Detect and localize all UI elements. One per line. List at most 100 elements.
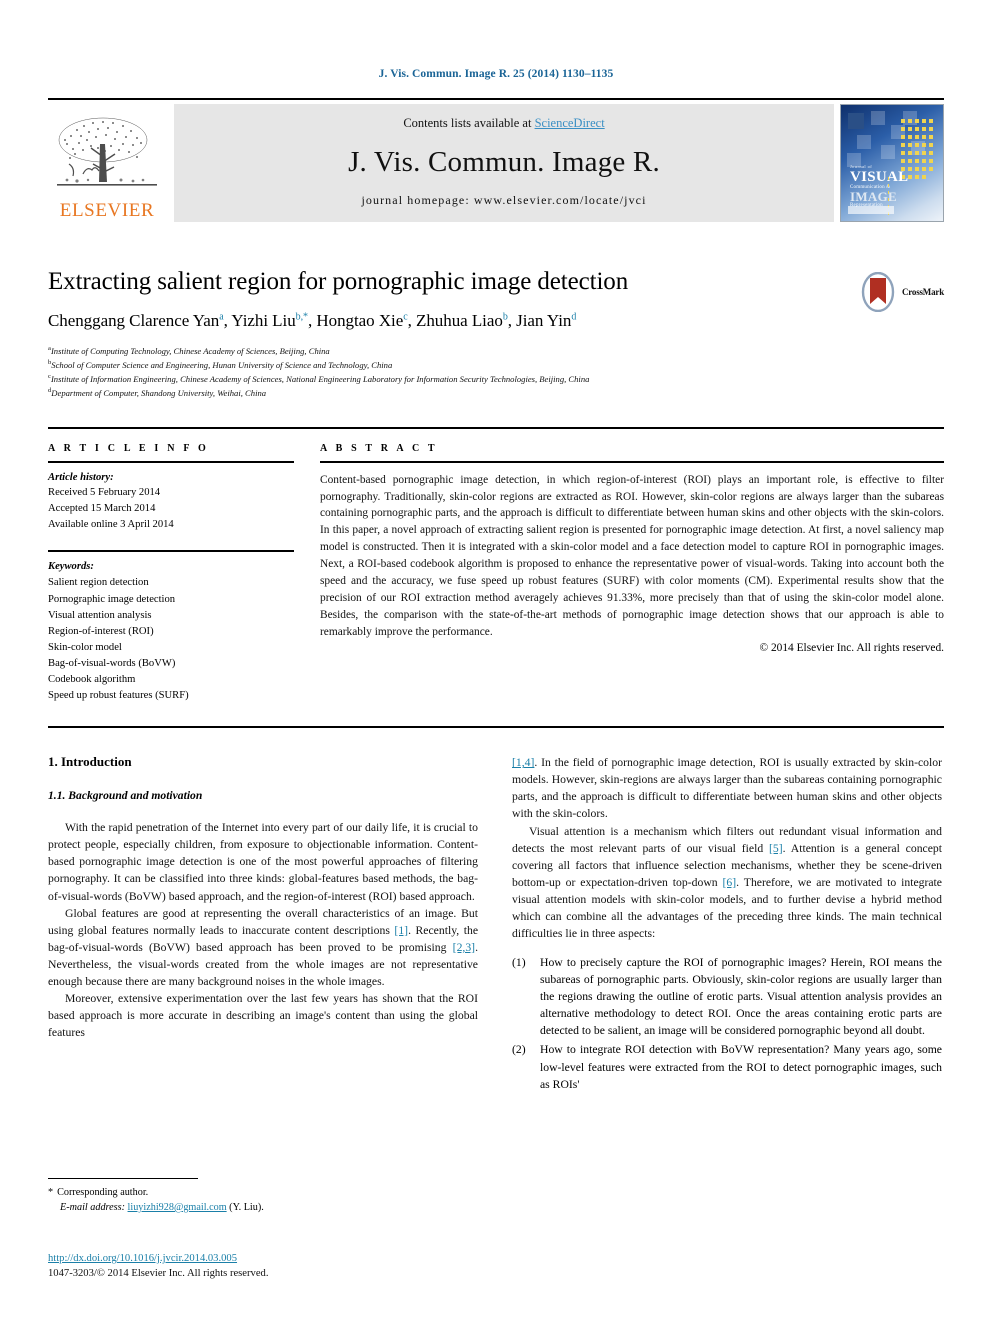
keywords-label: Keywords: <box>48 561 94 573</box>
list-item: (1) How to precisely capture the ROI of p… <box>512 954 942 1039</box>
author-affiliation-mark: b <box>502 311 508 323</box>
elsevier-tree-icon <box>57 117 157 186</box>
article-history-label: Article history: <box>48 471 114 483</box>
body-column-left: 1. Introduction 1.1. Background and moti… <box>48 754 478 1094</box>
keyword-item: Skin-color model <box>48 641 122 653</box>
issn-copyright-line: 1047-3203/© 2014 Elsevier Inc. All right… <box>48 1267 269 1279</box>
author-affiliation-mark: a <box>219 311 224 323</box>
corresponding-author-star: * <box>48 1187 54 1198</box>
journal-homepage-line[interactable]: journal homepage: www.elsevier.com/locat… <box>361 193 646 208</box>
info-abstract-top-rule <box>48 426 944 429</box>
author-name: Zhuhua Liao <box>416 310 503 330</box>
affiliation-mark: a <box>48 345 51 352</box>
affiliation-mark: d <box>48 386 52 394</box>
list-item-text: How to precisely capture the ROI of porn… <box>540 956 942 1038</box>
keyword-item: Region-of-interest (ROI) <box>48 625 154 637</box>
article-history-block: Article history: Received 5 February 201… <box>48 470 294 533</box>
citation-link[interactable]: [1] <box>394 924 408 937</box>
doi-block: http://dx.doi.org/10.1016/j.jvcir.2014.0… <box>48 1248 488 1282</box>
article-history-item: Available online 3 April 2014 <box>48 518 174 530</box>
body-paragraph: With the rapid penetration of the Intern… <box>48 821 478 903</box>
author-name: Hongtao Xie <box>316 310 404 330</box>
body-paragraph: Moreover, extensive experimentation over… <box>48 992 478 1040</box>
author-affiliation-mark: c <box>403 311 408 323</box>
article-history-items: Received 5 February 2014 Accepted 15 Marc… <box>48 485 294 532</box>
crossmark-badge[interactable]: CrossMark <box>859 272 944 312</box>
doi-link[interactable]: http://dx.doi.org/10.1016/j.jvcir.2014.0… <box>48 1253 237 1264</box>
cover-footer-bar <box>848 206 894 214</box>
page-title: Extracting salient region for pornograph… <box>48 268 629 295</box>
cover-elsevier-mark <box>848 113 864 129</box>
masthead-top-rule <box>48 98 944 100</box>
keyword-item: Bag-of-visual-words (BoVW) <box>48 657 176 669</box>
affiliation-mark: c <box>48 372 51 380</box>
keyword-item: Visual attention analysis <box>48 609 152 621</box>
list-item-text: How to integrate ROI detection with BoVW… <box>540 1043 942 1091</box>
left-column-paragraphs: With the rapid penetration of the Intern… <box>48 819 478 1041</box>
article-info-column: A R T I C L E I N F O Article history: R… <box>48 443 294 705</box>
abstract-text: Content-based pornographic image detecti… <box>320 473 944 638</box>
journal-title: J. Vis. Commun. Image R. <box>348 145 660 178</box>
footnote-rule <box>48 1178 198 1179</box>
body-paragraph: Global features are good at representing… <box>48 906 479 988</box>
author-name: Jian Yin <box>516 310 572 330</box>
cover-line-visual: VISUAL <box>850 168 909 185</box>
keyword-item: Codebook algorithm <box>48 674 136 686</box>
list-item: (2) How to integrate ROI detection with B… <box>512 1041 942 1092</box>
email-link[interactable]: liuyizhi928@gmail.com <box>128 1202 227 1213</box>
cover-line-image: IMAGE <box>850 188 897 204</box>
citation-link[interactable]: [5] <box>769 842 783 855</box>
info-abstract-section: A R T I C L E I N F O Article history: R… <box>0 426 992 705</box>
list-item-number: (1) <box>512 956 526 970</box>
journal-masthead: ELSEVIER Contents lists available at Sci… <box>0 98 992 222</box>
body-columns: 1. Introduction 1.1. Background and moti… <box>0 754 992 1094</box>
running-head: J. Vis. Commun. Image R. 25 (2014) 1130–… <box>378 68 614 80</box>
citation-link[interactable]: [6] <box>723 876 737 889</box>
paper-page: J. Vis. Commun. Image R. 25 (2014) 1130–… <box>0 0 992 1323</box>
affiliation-item: bSchool of Computer Science and Engineer… <box>48 358 393 370</box>
subsection-heading-background: 1.1. Background and motivation <box>48 789 203 803</box>
cover-title-block: Journal of VISUAL Communication & IMAGE … <box>850 165 908 208</box>
right-column-paragraphs: [1,4]. In the field of pornographic imag… <box>512 754 942 942</box>
citation-link[interactable]: [1,4] <box>512 756 534 769</box>
abstract-column: A B S T R A C T Content-based pornograph… <box>320 443 944 705</box>
article-history-item: Accepted 15 March 2014 <box>48 503 156 515</box>
keywords-block: Keywords: Salient region detection Pornog… <box>48 559 294 704</box>
keywords-items: Salient region detection Pornographic ima… <box>48 575 294 704</box>
body-separator <box>0 726 992 729</box>
numbered-difficulty-list: (1) How to precisely capture the ROI of p… <box>512 954 942 1093</box>
elsevier-wordmark: ELSEVIER <box>59 200 155 221</box>
crossmark-icon <box>861 272 895 312</box>
affiliation-mark: b <box>48 358 52 366</box>
author-list: Chenggang Clarence Yana, Yizhi Liub,*, H… <box>48 310 577 330</box>
section-heading-introduction: 1. Introduction <box>48 754 132 770</box>
article-info-rule <box>48 460 294 463</box>
journal-cover-thumbnail: Journal of VISUAL Communication & IMAGE … <box>840 104 944 222</box>
email-line: E-mail address: liuyizhi928@gmail.com (Y… <box>48 1201 478 1216</box>
email-label: E-mail address: <box>60 1201 125 1213</box>
abstract-heading: A B S T R A C T <box>320 442 438 454</box>
affiliation-item: aInstitute of Computing Technology, Chin… <box>48 345 330 356</box>
crossmark-label: CrossMark <box>901 287 944 297</box>
article-history-item: Received 5 February 2014 <box>48 487 161 499</box>
keyword-item: Salient region detection <box>48 577 149 589</box>
sciencedirect-link[interactable]: ScienceDirect <box>535 116 605 130</box>
cover-kicker: Journal of <box>850 164 873 170</box>
keyword-item: Speed up robust features (SURF) <box>48 690 189 702</box>
author-name: Chenggang Clarence Yan <box>48 310 220 330</box>
affiliation-item: cInstitute of Information Engineering, C… <box>48 372 590 384</box>
citation-link[interactable]: [2,3] <box>453 941 475 954</box>
email-owner: (Y. Liu). <box>229 1201 264 1213</box>
affiliation-item: dDepartment of Computer, Shandong Univer… <box>48 386 267 398</box>
contents-prefix: Contents lists available at <box>403 116 535 130</box>
contents-available-line: Contents lists available at ScienceDirec… <box>403 116 604 131</box>
article-info-heading: A R T I C L E I N F O <box>48 442 209 454</box>
masthead-center-panel: Contents lists available at ScienceDirec… <box>174 104 834 222</box>
affiliation-list: aInstitute of Computing Technology, Chin… <box>48 344 944 400</box>
body-column-right: [1,4]. In the field of pornographic imag… <box>512 754 942 1094</box>
corresponding-author-line: * Corresponding author. <box>48 1186 478 1201</box>
keywords-rule <box>48 550 294 553</box>
abstract-copyright: © 2014 Elsevier Inc. All rights reserved… <box>759 642 944 655</box>
abstract-rule <box>320 460 944 463</box>
title-block: CrossMark Extracting salient region for … <box>0 268 992 400</box>
